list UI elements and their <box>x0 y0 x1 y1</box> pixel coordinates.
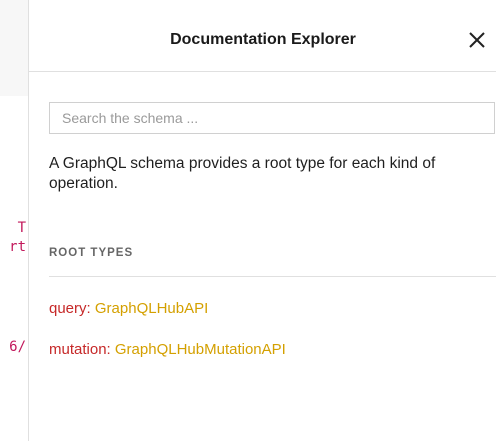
close-icon <box>469 32 485 48</box>
editor-code-line: T <box>17 220 26 236</box>
root-field-name: mutation <box>49 341 107 358</box>
editor-code-line: 6/ <box>9 339 26 355</box>
documentation-explorer: Documentation Explorer A GraphQL schema … <box>28 0 496 441</box>
graphiql-window: T rt 6/ Documentation Explorer A GraphQL… <box>0 0 496 441</box>
doc-explorer-header: Documentation Explorer <box>29 0 496 72</box>
editor-code-line: rt <box>9 239 26 255</box>
root-type-mutation: mutation: GraphQLHubMutationAPI <box>49 340 286 360</box>
query-editor[interactable]: T rt 6/ <box>0 0 28 441</box>
doc-description: A GraphQL schema provides a root type fo… <box>49 155 436 192</box>
root-type-query: query: GraphQLHubAPI <box>49 299 208 319</box>
root-field-separator: : <box>106 341 115 358</box>
root-type-link[interactable]: GraphQLHubMutationAPI <box>115 341 286 358</box>
doc-explorer-title: Documentation Explorer <box>170 31 356 48</box>
close-button[interactable] <box>465 28 489 52</box>
section-title-root-types: ROOT TYPES <box>49 247 134 259</box>
root-field-separator: : <box>86 300 95 317</box>
editor-gutter <box>0 0 28 96</box>
section-divider <box>49 276 496 277</box>
schema-search-input[interactable] <box>49 102 495 134</box>
root-type-link[interactable]: GraphQLHubAPI <box>95 300 208 317</box>
root-field-name: query <box>49 300 87 317</box>
